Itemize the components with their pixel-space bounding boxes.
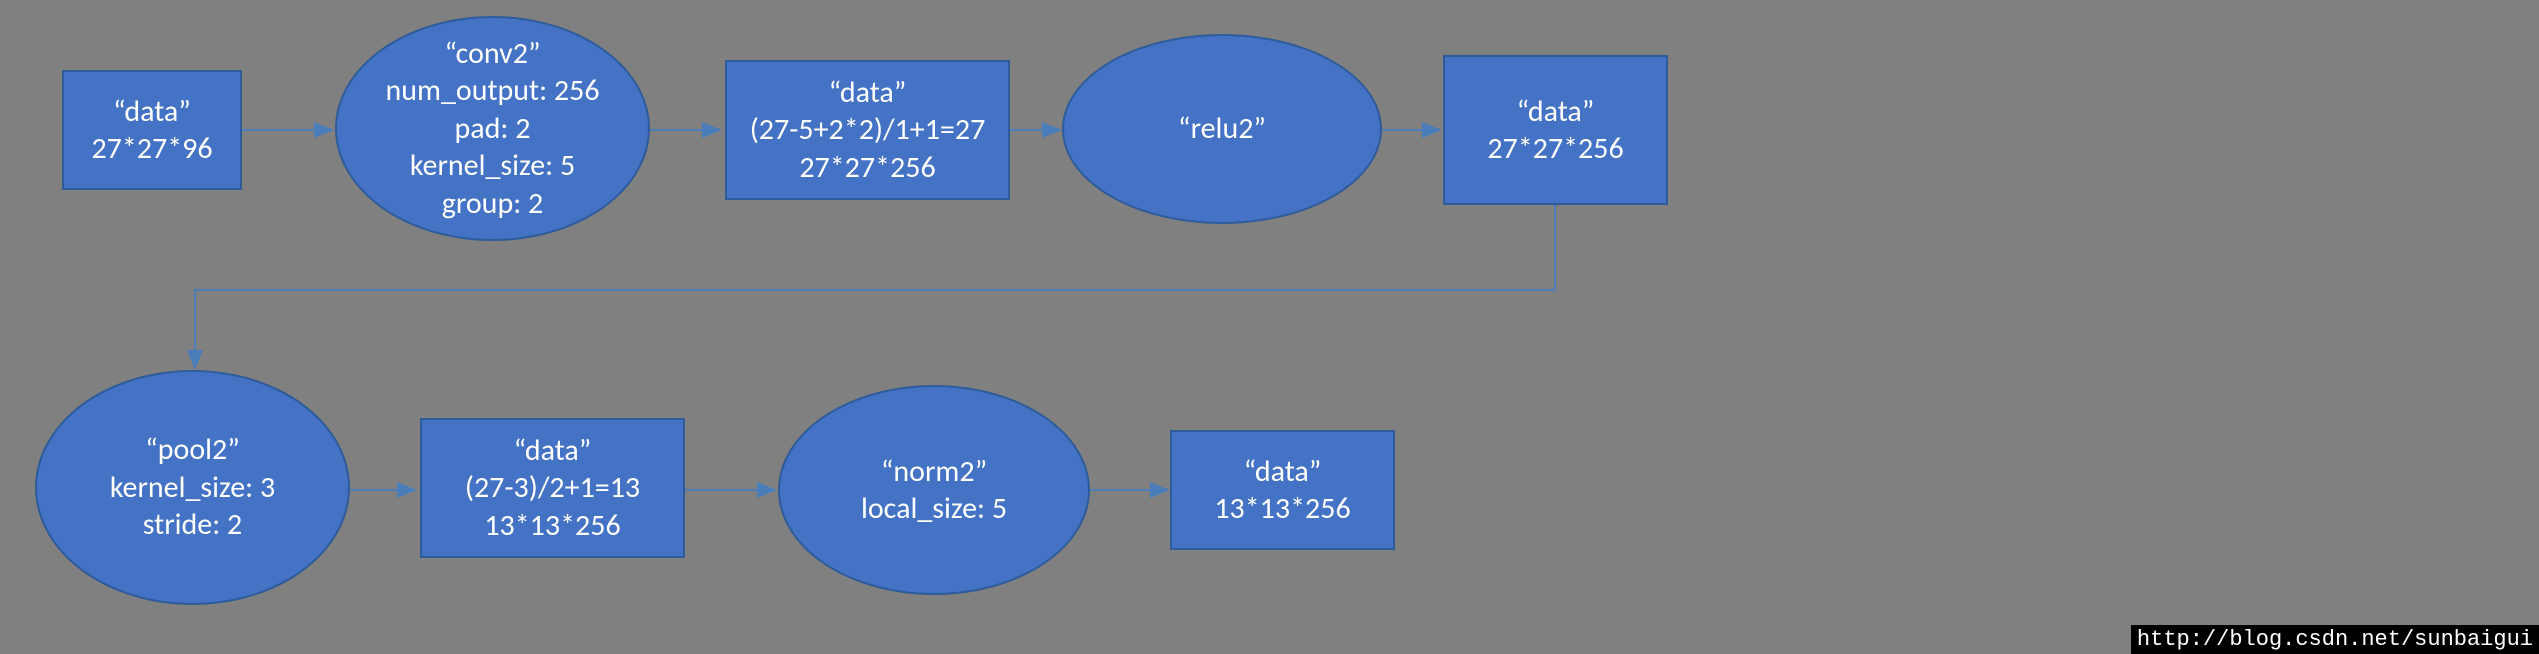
label: “data” [1517,93,1595,131]
node-data3: “data” 27*27*256 [1443,55,1668,205]
node-data4: “data” (27-3)/2+1=13 13*13*256 [420,418,685,558]
node-pool2: “pool2” kernel_size: 3 stride: 2 [35,370,350,605]
label: “norm2” [881,453,987,491]
label: “relu2” [1178,110,1266,148]
label: 27*27*256 [1487,130,1623,168]
label: kernel_size: 3 [110,469,275,507]
label: (27-5+2*2)/1+1=27 [750,111,986,149]
label: “data” [514,432,592,470]
label: 13*13*256 [1214,490,1350,528]
label: pad: 2 [455,110,531,148]
label: kernel_size: 5 [410,147,575,185]
label: “data” [1244,453,1322,491]
label: 27*27*96 [91,130,212,168]
label: “conv2” [445,35,541,73]
watermark: http://blog.csdn.net/sunbaigui [2131,625,2539,654]
node-data2: “data” (27-5+2*2)/1+1=27 27*27*256 [725,60,1010,200]
node-conv2: “conv2” num_output: 256 pad: 2 kernel_si… [335,16,650,241]
label: “data” [113,93,191,131]
label: 13*13*256 [484,507,620,545]
label: local_size: 5 [861,490,1007,528]
label: “pool2” [145,431,240,469]
node-relu2: “relu2” [1062,34,1382,224]
label: num_output: 256 [385,72,599,110]
label: “data” [829,74,907,112]
label: (27-3)/2+1=13 [465,469,640,507]
node-data5: “data” 13*13*256 [1170,430,1395,550]
node-data1: “data” 27*27*96 [62,70,242,190]
label: stride: 2 [143,506,243,544]
node-norm2: “norm2” local_size: 5 [778,385,1090,595]
label: 27*27*256 [799,149,935,187]
label: group: 2 [442,185,543,223]
